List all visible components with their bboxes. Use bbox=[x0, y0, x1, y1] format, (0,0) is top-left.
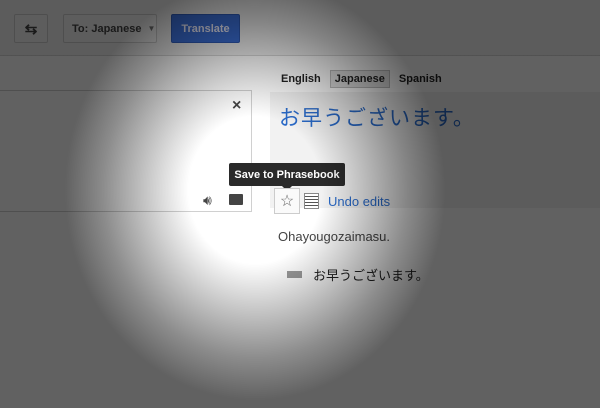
chevron-down-icon: ▼ bbox=[147, 24, 156, 33]
clear-source-icon[interactable]: × bbox=[232, 97, 241, 115]
dictionary-entry: お早うございます。 bbox=[313, 268, 429, 283]
speaker-icon[interactable]: 🔊︎ bbox=[203, 192, 212, 209]
star-icon: ☆ bbox=[279, 193, 295, 210]
list-icon[interactable] bbox=[304, 193, 319, 209]
tooltip: Save to Phrasebook bbox=[229, 163, 345, 191]
romanization: Ohayougozaimasu. bbox=[278, 229, 391, 244]
undo-edits-link[interactable]: Undo edits bbox=[328, 194, 390, 209]
source-text-input[interactable] bbox=[0, 90, 252, 212]
comment-icon[interactable] bbox=[229, 194, 243, 205]
save-to-phrasebook-button[interactable]: ☆ bbox=[274, 188, 300, 214]
translation-result[interactable]: お早うございます。 bbox=[279, 102, 475, 132]
tab-japanese[interactable]: Japanese bbox=[329, 70, 390, 88]
toolbar: ⇆ To: Japanese ▼ Translate bbox=[0, 0, 600, 56]
frequency-bar-icon bbox=[287, 271, 302, 278]
swap-arrows-icon: ⇆ bbox=[24, 20, 38, 38]
swap-languages-button[interactable]: ⇆ bbox=[14, 14, 48, 43]
target-language-dropdown[interactable]: To: Japanese ▼ bbox=[63, 14, 157, 43]
target-language-label: To: Japanese bbox=[72, 22, 142, 35]
target-language-tabs: English Japanese Spanish bbox=[276, 70, 447, 88]
tab-spanish[interactable]: Spanish bbox=[394, 70, 447, 88]
tab-english[interactable]: English bbox=[276, 70, 326, 88]
translate-button[interactable]: Translate bbox=[171, 14, 240, 43]
